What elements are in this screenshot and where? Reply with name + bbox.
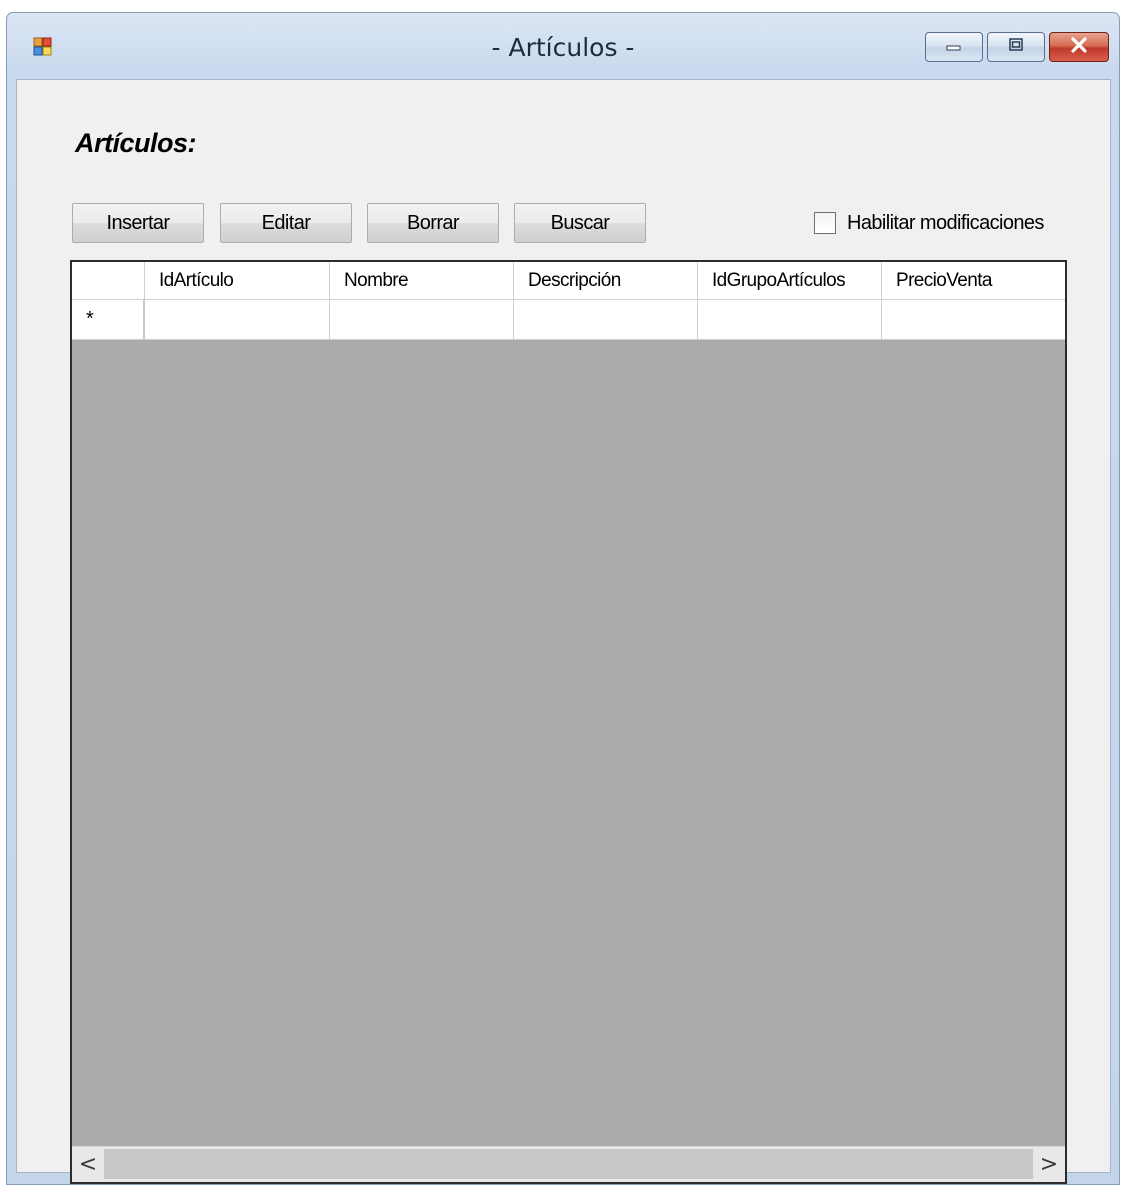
- close-button[interactable]: [1049, 32, 1109, 62]
- new-row-cell-nombre[interactable]: [330, 300, 514, 340]
- minimize-icon: [944, 38, 964, 57]
- scrollbar-thumb[interactable]: [104, 1149, 1033, 1179]
- form-heading: Artículos:: [75, 128, 197, 158]
- scroll-left-arrow-icon[interactable]: <: [72, 1147, 104, 1181]
- restore-icon: [1006, 37, 1026, 58]
- insert-button[interactable]: Insertar: [72, 203, 204, 243]
- minimize-button[interactable]: [925, 32, 983, 62]
- articulos-window: - Artículos - Artículos: Insertar Editar…: [6, 12, 1120, 1185]
- restore-button[interactable]: [987, 32, 1045, 62]
- close-icon: [1069, 36, 1089, 58]
- new-row[interactable]: *: [72, 300, 1065, 340]
- new-row-cell-idarticulo[interactable]: [145, 300, 330, 340]
- title-bar[interactable]: - Artículos -: [7, 13, 1119, 79]
- enable-edit-checkbox-group[interactable]: Habilitar modificaciones: [814, 210, 1044, 236]
- enable-edit-checkbox[interactable]: [814, 212, 836, 234]
- new-row-cell-precioventa[interactable]: [882, 300, 1065, 340]
- column-header-nombre[interactable]: Nombre: [330, 262, 514, 300]
- new-row-marker[interactable]: *: [72, 300, 145, 340]
- grid-header-row: IdArtículo Nombre Descripción IdGrupoArt…: [72, 262, 1065, 300]
- search-button[interactable]: Buscar: [514, 203, 646, 243]
- form-client-area: Artículos: Insertar Editar Borrar Buscar…: [16, 79, 1111, 1184]
- column-header-precioventa[interactable]: PrecioVenta: [882, 262, 1065, 300]
- new-row-cell-idgrupoarticulos[interactable]: [698, 300, 882, 340]
- edit-button[interactable]: Editar: [220, 203, 352, 243]
- column-header-idgrupoarticulos[interactable]: IdGrupoArtículos: [698, 262, 882, 300]
- horizontal-scrollbar[interactable]: < >: [72, 1146, 1065, 1182]
- articles-grid[interactable]: IdArtículo Nombre Descripción IdGrupoArt…: [70, 260, 1067, 1184]
- column-header-idarticulo[interactable]: IdArtículo: [145, 262, 330, 300]
- scroll-right-arrow-icon[interactable]: >: [1033, 1147, 1065, 1181]
- desktop: - Artículos - Artículos: Insertar Editar…: [0, 0, 1129, 1187]
- new-row-cell-descripcion[interactable]: [514, 300, 698, 340]
- enable-edit-label[interactable]: Habilitar modificaciones: [847, 212, 1044, 235]
- column-header-descripcion[interactable]: Descripción: [514, 262, 698, 300]
- grid-corner-header[interactable]: [72, 262, 145, 300]
- delete-button[interactable]: Borrar: [367, 203, 499, 243]
